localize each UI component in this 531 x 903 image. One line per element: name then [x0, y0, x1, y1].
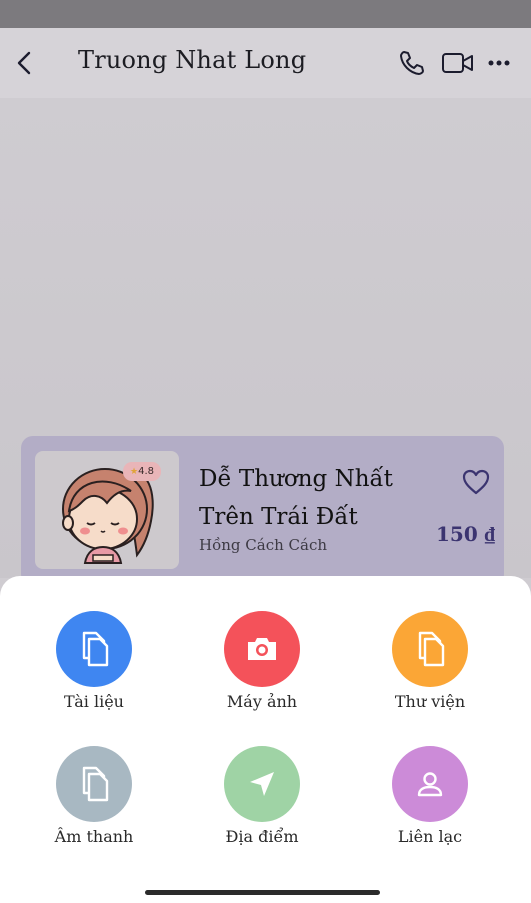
- product-name: Dễ Thương Nhất Trên Trái Đất: [199, 466, 393, 530]
- chevron-left-icon: [17, 51, 31, 75]
- favorite-button[interactable]: [461, 468, 491, 496]
- heart-icon: [462, 469, 490, 495]
- product-price: 150 ₫: [436, 522, 495, 546]
- option-label: Tài liệu: [64, 692, 124, 711]
- contact-icon: [392, 746, 468, 822]
- video-call-button[interactable]: [441, 48, 475, 78]
- chat-title: Truong Nhat Long: [78, 46, 307, 74]
- location-icon: [224, 746, 300, 822]
- camera-icon: [224, 611, 300, 687]
- rating-value: 4.8: [138, 466, 154, 477]
- star-icon: ★: [130, 467, 139, 477]
- more-button[interactable]: [487, 48, 513, 78]
- phone-icon: [400, 51, 424, 75]
- chat-header: Truong Nhat Long: [0, 28, 531, 98]
- option-document[interactable]: Tài liệu: [19, 611, 169, 711]
- option-label: Thư viện: [394, 692, 466, 711]
- option-label: Máy ảnh: [226, 692, 298, 711]
- audio-file-icon: [56, 746, 132, 822]
- call-button[interactable]: [397, 48, 429, 78]
- back-button[interactable]: [10, 46, 40, 80]
- option-label: Địa điểm: [225, 827, 299, 846]
- product-shop: Hồng Cách Cách: [199, 536, 328, 554]
- option-label: Liên lạc: [397, 827, 463, 846]
- option-audio[interactable]: Âm thanh: [19, 746, 169, 846]
- product-image: ★4.8: [35, 451, 179, 569]
- status-bar: [0, 0, 531, 28]
- attachment-sheet: Tài liệu Máy ảnh Thư viện Âm thanh Địa đ…: [0, 576, 531, 903]
- document-icon: [56, 611, 132, 687]
- product-card[interactable]: ★4.8 Dễ Thương Nhất Trên Trái Đất Hồng C…: [21, 436, 504, 586]
- home-indicator[interactable]: [145, 890, 380, 895]
- option-camera[interactable]: Máy ảnh: [187, 611, 337, 711]
- gallery-icon: [392, 611, 468, 687]
- option-location[interactable]: Địa điểm: [187, 746, 337, 846]
- option-label: Âm thanh: [54, 827, 134, 846]
- video-camera-icon: [442, 53, 473, 73]
- rating-badge: ★4.8: [123, 462, 161, 481]
- option-contact[interactable]: Liên lạc: [355, 746, 505, 846]
- more-horizontal-icon: [488, 60, 510, 66]
- option-gallery[interactable]: Thư viện: [355, 611, 505, 711]
